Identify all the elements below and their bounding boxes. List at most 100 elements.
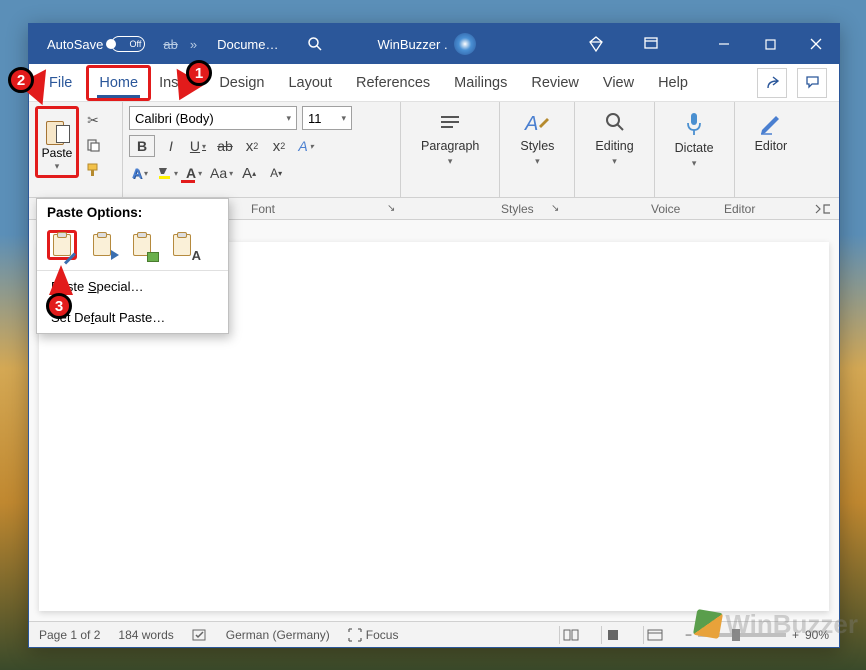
- clear-format-button[interactable]: A: [295, 135, 317, 157]
- bold-button[interactable]: B: [129, 135, 155, 157]
- subscript-button[interactable]: x2: [241, 135, 263, 157]
- superscript-button[interactable]: x2: [268, 135, 290, 157]
- paste-button[interactable]: Paste ▾: [35, 106, 79, 178]
- tab-review[interactable]: Review: [519, 64, 591, 101]
- voice-group-label: Voice: [651, 202, 680, 216]
- grow-font-button[interactable]: A▴: [238, 162, 260, 184]
- window-controls: [701, 24, 839, 64]
- chevron-down-icon: ▾: [448, 156, 453, 167]
- chevron-down-icon: ▾: [535, 156, 540, 167]
- cut-icon[interactable]: ✂: [83, 110, 103, 130]
- svg-text:A: A: [524, 113, 538, 135]
- editor-icon: [758, 110, 784, 136]
- toggle-off-icon[interactable]: Off: [111, 36, 145, 52]
- web-layout-icon[interactable]: [643, 626, 667, 644]
- print-layout-icon[interactable]: [601, 626, 625, 644]
- styles-button[interactable]: A Styles ▾: [506, 106, 568, 171]
- strike-button[interactable]: ab: [214, 135, 236, 157]
- font-color-button[interactable]: A: [183, 162, 205, 184]
- account-avatar-icon[interactable]: [454, 33, 476, 55]
- paragraph-button[interactable]: Paragraph ▾: [407, 106, 493, 171]
- group-paragraph: Paragraph ▾: [401, 102, 500, 197]
- format-painter-icon[interactable]: [83, 160, 103, 180]
- copy-icon[interactable]: [83, 135, 103, 155]
- annotation-2: 2: [8, 67, 34, 93]
- italic-button[interactable]: I: [160, 135, 182, 157]
- quick-access-toolbar: ab »: [163, 37, 197, 52]
- group-editing: Editing ▾: [575, 102, 654, 197]
- annotation-3-arrow: [49, 265, 73, 295]
- tab-view[interactable]: View: [591, 64, 646, 101]
- change-case-button[interactable]: Aa: [210, 162, 233, 184]
- word-count[interactable]: 184 words: [118, 628, 173, 642]
- language-status[interactable]: German (Germany): [226, 628, 330, 642]
- tab-home[interactable]: Home: [86, 65, 151, 101]
- editing-button[interactable]: Editing ▾: [581, 106, 647, 171]
- styles-icon: A: [523, 110, 551, 136]
- styles-launcher-icon[interactable]: ↘: [551, 203, 559, 214]
- search-icon[interactable]: [307, 36, 323, 52]
- focus-icon[interactable]: Focus: [348, 628, 399, 642]
- paste-options-header: Paste Options:: [37, 199, 228, 224]
- tab-design[interactable]: Design: [207, 64, 276, 101]
- paste-icon: [44, 117, 70, 145]
- font-name-combo[interactable]: Calibri (Body): [129, 106, 297, 130]
- tab-mailings[interactable]: Mailings: [442, 64, 519, 101]
- group-styles: A Styles ▾: [500, 102, 575, 197]
- qat-overflow-icon[interactable]: »: [190, 37, 197, 52]
- styles-group-label: Styles: [501, 202, 534, 216]
- chevron-down-icon: ▾: [55, 161, 60, 172]
- app-window: AutoSave Off ab » Docume… WinBuzzer . Fi…: [28, 23, 840, 648]
- dictate-button[interactable]: Dictate ▾: [661, 106, 728, 173]
- page-status[interactable]: Page 1 of 2: [39, 628, 100, 642]
- shrink-font-button[interactable]: A▾: [265, 162, 287, 184]
- chevron-down-icon: ▾: [692, 158, 697, 169]
- spellcheck-icon[interactable]: ab: [163, 37, 177, 52]
- minimize-button[interactable]: [701, 24, 747, 64]
- group-editor: Editor: [735, 102, 808, 197]
- app-hint: WinBuzzer .: [378, 37, 448, 52]
- ribbon-tabs: File Home Insert Design Layout Reference…: [29, 64, 839, 102]
- watermark-icon: [693, 609, 723, 639]
- title-buttons: [587, 35, 693, 53]
- app-window-icon[interactable]: [643, 35, 675, 53]
- editor-group-label: Editor: [724, 202, 755, 216]
- read-mode-icon[interactable]: [559, 626, 583, 644]
- paste-merge-icon[interactable]: [87, 230, 117, 260]
- titlebar: AutoSave Off ab » Docume… WinBuzzer .: [29, 24, 839, 64]
- close-button[interactable]: [793, 24, 839, 64]
- mic-icon: [682, 110, 706, 138]
- font-size-combo[interactable]: 11: [302, 106, 352, 130]
- proofing-icon[interactable]: [192, 628, 208, 642]
- paste-keep-source-icon[interactable]: [47, 230, 77, 260]
- comments-button[interactable]: [797, 68, 827, 98]
- tab-layout[interactable]: Layout: [276, 64, 344, 101]
- chevron-down-icon: ▾: [612, 156, 617, 167]
- collapse-ribbon-icon[interactable]: [815, 204, 831, 214]
- maximize-button[interactable]: [747, 24, 793, 64]
- autosave-toggle[interactable]: AutoSave Off: [47, 36, 145, 52]
- editor-button[interactable]: Editor: [741, 106, 802, 157]
- annotation-3: 3: [46, 293, 72, 319]
- group-clipboard: Paste ▾ ✂: [29, 102, 123, 197]
- watermark: WinBuzzer: [695, 609, 858, 640]
- text-effects-button[interactable]: A: [129, 162, 151, 184]
- tab-help[interactable]: Help: [646, 64, 700, 101]
- paste-picture-icon[interactable]: [127, 230, 157, 260]
- share-button[interactable]: [757, 68, 787, 98]
- zoom-out-icon[interactable]: −: [685, 628, 692, 642]
- diamond-icon[interactable]: [587, 35, 619, 53]
- search-icon: [603, 110, 627, 136]
- font-group-label: Font: [251, 202, 275, 216]
- highlight-button[interactable]: [156, 162, 178, 184]
- tab-references[interactable]: References: [344, 64, 442, 101]
- paragraph-icon: [437, 110, 463, 136]
- annotation-1: 1: [186, 60, 212, 86]
- paste-text-only-icon[interactable]: A: [167, 230, 197, 260]
- font-launcher-icon[interactable]: ↘: [387, 203, 395, 214]
- paste-label: Paste: [42, 146, 73, 160]
- autosave-label: AutoSave: [47, 37, 103, 52]
- document-title: Docume…: [217, 37, 278, 52]
- underline-button[interactable]: U: [187, 135, 209, 157]
- group-font: Calibri (Body) 11 B I U ab x2 x2 A A A A…: [123, 102, 401, 197]
